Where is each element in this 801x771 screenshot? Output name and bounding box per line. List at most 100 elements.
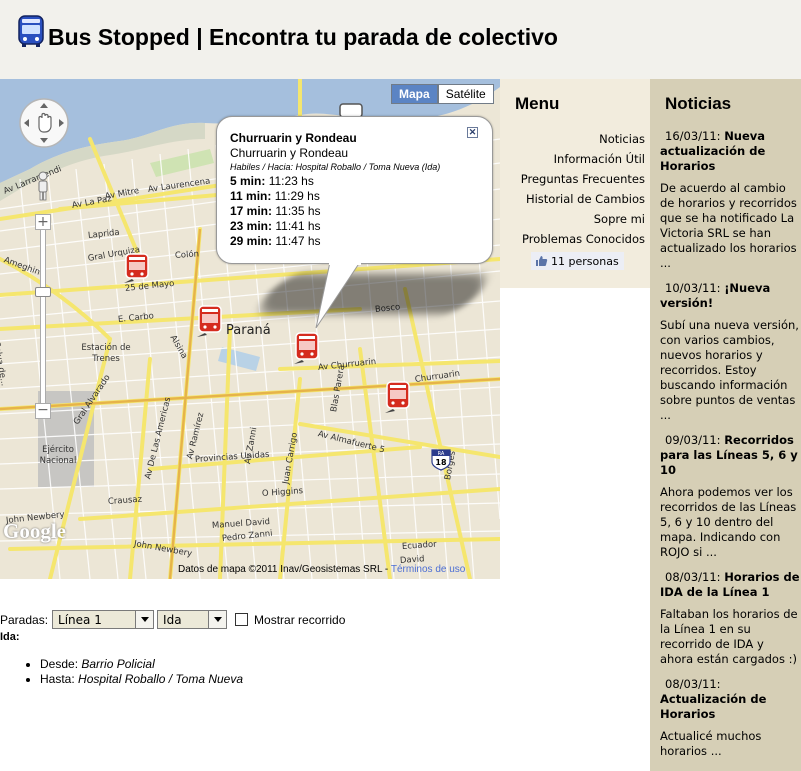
pan-control[interactable] <box>18 97 70 149</box>
news-date: 08/03/11: <box>665 677 721 691</box>
news-header: 10/03/11: ¡Nueva versión! <box>660 281 800 311</box>
route-from-value: Barrio Policial <box>81 657 155 671</box>
zoom-in-button[interactable]: + <box>35 214 51 230</box>
thumbs-up-icon <box>536 256 548 266</box>
news-body: Ahora podemos ver los recorridos de las … <box>660 485 797 559</box>
menu-item-preguntas-frecuentes[interactable]: Preguntas Frecuentes <box>521 169 645 189</box>
menu-item-problemas-conocidos[interactable]: Problemas Conocidos <box>521 229 645 249</box>
pegman-icon[interactable] <box>33 171 53 201</box>
infowindow-subtitle: Churruarin y Rondeau <box>230 146 349 160</box>
zoom-track[interactable] <box>40 230 46 410</box>
menu-title: Menu <box>515 94 560 113</box>
arrival-time: 11:47 hs <box>275 234 321 248</box>
chevron-down-icon[interactable] <box>135 611 154 628</box>
line-select[interactable]: Línea 1 <box>52 610 155 629</box>
news-item: 09/03/11: Recorridos para las Líneas 5, … <box>660 433 800 560</box>
news-date: 16/03/11: <box>665 129 721 143</box>
route-to-label: Hasta: <box>40 672 75 686</box>
arrival-minutes: 29 min: <box>230 234 273 248</box>
google-logo[interactable]: Google <box>3 519 66 544</box>
news-title-link[interactable]: Actualización de Horarios <box>660 692 766 721</box>
direction-select[interactable]: Ida <box>157 610 228 629</box>
route-shield-icon: RA 18 <box>431 449 451 471</box>
show-route-checkbox[interactable] <box>235 613 249 626</box>
bus-stop-marker[interactable] <box>124 253 154 285</box>
bus-stop-marker-selected[interactable] <box>294 332 324 366</box>
news-item: 16/03/11: Nueva actualización de Horario… <box>660 129 800 271</box>
route-from-label: Desde: <box>40 657 79 671</box>
menu-item-informacion-util[interactable]: Información Útil <box>521 149 645 169</box>
arrival-row: 29 min: 11:47 hs <box>230 234 478 249</box>
bus-icon[interactable] <box>18 15 44 47</box>
arrival-row: 23 min: 11:41 hs <box>230 219 478 234</box>
route-to: Hasta: Hospital Roballo / Toma Nueva <box>40 672 243 687</box>
menu-item-sobre-mi[interactable]: Sopre mi <box>521 209 645 229</box>
menu-item-historial-de-cambios[interactable]: Historial de Cambios <box>521 189 645 209</box>
street-label: Colón <box>174 249 200 261</box>
attribution-text: Datos de mapa ©2011 Inav/Geosistemas SRL… <box>178 564 389 575</box>
news-item: 10/03/11: ¡Nueva versión! Subí una nueva… <box>660 281 800 423</box>
route-direction-heading: Ida: <box>0 631 20 643</box>
terms-link[interactable]: Términos de uso <box>391 564 465 575</box>
arrival-minutes: 23 min: <box>230 219 273 233</box>
route-to-value: Hospital Roballo / Toma Nueva <box>78 672 244 686</box>
direction-select-value: Ida <box>158 611 209 628</box>
arrival-time: 11:35 hs <box>275 204 321 218</box>
zoom-handle[interactable] <box>35 287 51 297</box>
news-item: 08/03/11: Horarios de IDA de la Línea 1 … <box>660 570 800 667</box>
route-shield-number: 18 <box>435 458 447 467</box>
hand-icon <box>38 112 52 133</box>
arrival-row: 5 min: 11:23 hs <box>230 174 478 189</box>
bus-stop-marker[interactable] <box>385 381 415 415</box>
news-header: 09/03/11: Recorridos para las Líneas 5, … <box>660 433 800 478</box>
site-title[interactable]: Bus Stopped | Encontra tu parada de cole… <box>48 24 558 51</box>
news-title: Noticias <box>665 94 732 113</box>
arrival-time: 11:41 hs <box>275 219 321 233</box>
news-body: Subí una nueva versión, con varios cambi… <box>660 318 799 422</box>
bus-stop-marker[interactable] <box>338 103 364 117</box>
news-body: De acuerdo al cambio de horarios y recor… <box>660 181 797 270</box>
news-list: 16/03/11: Nueva actualización de Horario… <box>660 129 800 769</box>
bus-stop-marker[interactable] <box>197 305 227 339</box>
show-route-label: Mostrar recorrido <box>254 612 346 627</box>
line-select-value: Línea 1 <box>53 611 136 628</box>
news-body: Actualicé muchos horarios ... <box>660 729 762 758</box>
like-button[interactable]: 11 personas <box>531 252 624 270</box>
stop-infowindow: ✕ Churruarin y Rondeau Churruarin y Rond… <box>216 116 493 264</box>
like-count: 11 personas <box>551 254 619 268</box>
map-type-control: Mapa Satélite <box>391 84 494 104</box>
news-item: 08/03/11: Actualización de Horarios Actu… <box>660 677 800 759</box>
close-icon[interactable]: ✕ <box>467 127 478 138</box>
place-label: Estación de Trenes <box>81 343 131 364</box>
menu-list: Noticias Información Útil Preguntas Frec… <box>521 129 645 249</box>
arrival-row: 17 min: 11:35 hs <box>230 204 478 219</box>
news-date: 08/03/11: <box>665 570 721 584</box>
news-header: 08/03/11: Horarios de IDA de la Línea 1 <box>660 570 800 600</box>
city-label: Paraná <box>226 323 271 338</box>
route-from: Desde: Barrio Policial <box>40 657 243 672</box>
news-date: 09/03/11: <box>665 433 721 447</box>
zoom-out-button[interactable]: − <box>35 403 51 419</box>
arrival-minutes: 11 min: <box>230 189 272 203</box>
news-body: Faltaban los horarios de la Línea 1 en s… <box>660 607 798 666</box>
chevron-down-icon[interactable] <box>208 611 227 628</box>
map[interactable]: Av Laurencena Av Mitre Av La Paz Laprida… <box>0 79 500 579</box>
arrival-time: 11:29 hs <box>274 189 320 203</box>
map-type-map-button[interactable]: Mapa <box>391 84 438 104</box>
news-header: 16/03/11: Nueva actualización de Horario… <box>660 129 800 174</box>
infowindow-tail <box>315 262 361 329</box>
route-controls: Paradas: Línea 1 Ida Mostrar recorrido <box>0 610 345 629</box>
news-header: 08/03/11: Actualización de Horarios <box>660 677 800 722</box>
site-header: Bus Stopped | Encontra tu parada de cole… <box>0 0 801 79</box>
route-endpoints: Desde: Barrio Policial Hasta: Hospital R… <box>24 657 243 687</box>
paradas-label: Paradas: <box>0 612 49 627</box>
news-date: 10/03/11: <box>665 281 721 295</box>
infowindow-shadow <box>251 274 495 314</box>
arrival-minutes: 5 min: <box>230 174 266 188</box>
map-type-satellite-button[interactable]: Satélite <box>437 84 494 104</box>
infowindow-title: Churruarin y Rondeau <box>230 131 357 145</box>
menu-item-noticias[interactable]: Noticias <box>521 129 645 149</box>
infowindow-direction: Habiles / Hacia: Hospital Roballo / Toma… <box>230 162 441 172</box>
map-attribution: Datos de mapa ©2011 Inav/Geosistemas SRL… <box>178 564 465 575</box>
zoom-slider[interactable]: + − <box>35 214 51 424</box>
